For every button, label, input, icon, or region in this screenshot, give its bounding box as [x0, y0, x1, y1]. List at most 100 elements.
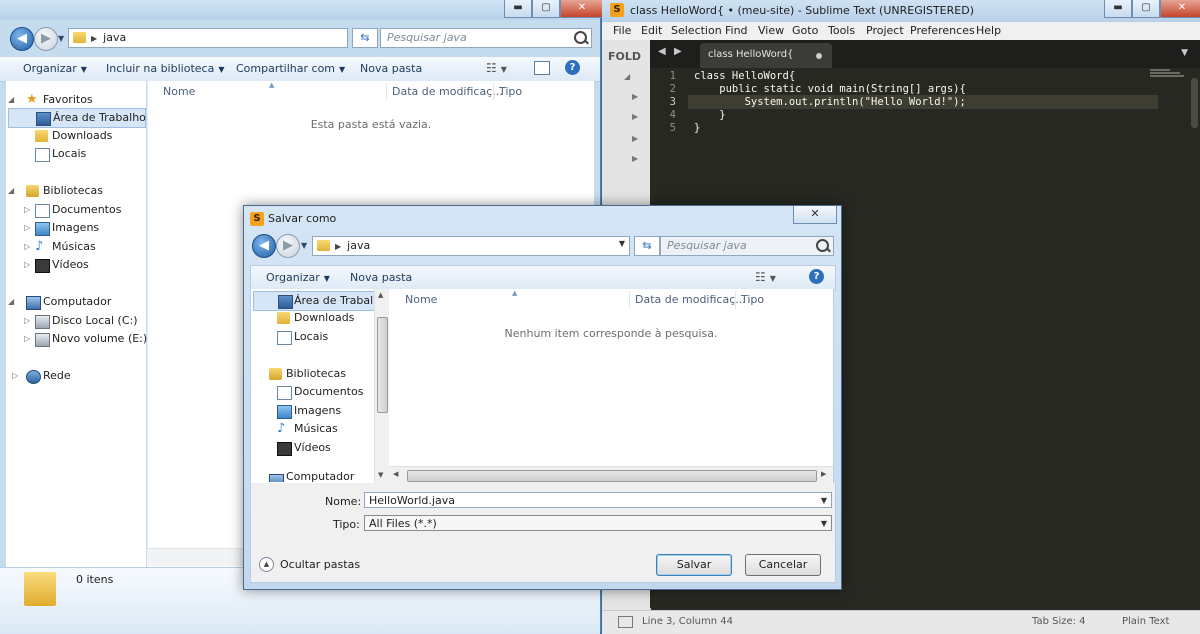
- nav-locals[interactable]: Locais: [6, 145, 146, 163]
- forward-icon[interactable]: ▶: [34, 27, 58, 51]
- new-folder-button[interactable]: Nova pasta: [350, 271, 412, 284]
- new-folder-button[interactable]: Nova pasta: [360, 62, 422, 75]
- sidebar-item-arrow-icon[interactable]: ▶: [632, 154, 638, 163]
- expand-icon[interactable]: ◢: [8, 182, 14, 200]
- nav-music[interactable]: ♪ Músicas: [251, 420, 391, 438]
- search-icon[interactable]: [816, 239, 829, 252]
- refresh-icon[interactable]: ⇆: [352, 28, 378, 48]
- nav-locals[interactable]: Locais: [251, 328, 391, 346]
- menu-selection[interactable]: Selection: [671, 24, 722, 37]
- forward-icon[interactable]: ▶: [276, 234, 300, 258]
- scroll-thumb[interactable]: [407, 470, 817, 482]
- console-toggle-icon[interactable]: [618, 616, 633, 628]
- scroll-right-icon[interactable]: ▶: [821, 470, 826, 478]
- view-options-icon[interactable]: ☷ ▼: [486, 61, 507, 75]
- nav-images[interactable]: ▷ Imagens: [6, 219, 146, 237]
- menu-file[interactable]: File: [613, 24, 631, 37]
- column-header-type[interactable]: Tipo: [499, 85, 522, 98]
- save-button[interactable]: Salvar: [656, 554, 732, 576]
- tab-hello-word[interactable]: class HelloWord{: [700, 43, 832, 68]
- sidebar-item-arrow-icon[interactable]: ▶: [632, 134, 638, 143]
- explorer-titlebar[interactable]: ▬ ▢ ✕: [0, 0, 604, 20]
- sidebar-expand-icon[interactable]: ◢: [624, 72, 630, 81]
- sidebar-item-arrow-icon[interactable]: ▶: [632, 112, 638, 121]
- expand-icon[interactable]: ▷: [24, 219, 30, 237]
- nav-computer[interactable]: ◢ Computador: [6, 293, 146, 311]
- menu-preferences[interactable]: Preferences: [910, 24, 975, 37]
- scroll-up-icon[interactable]: ▲: [378, 291, 383, 299]
- sidebar-item-arrow-icon[interactable]: ▶: [632, 92, 638, 101]
- expand-icon[interactable]: ◢: [8, 91, 14, 109]
- refresh-icon[interactable]: ⇆: [634, 236, 660, 256]
- tab-next-icon[interactable]: ▶: [674, 46, 682, 57]
- expand-icon[interactable]: ▷: [12, 367, 18, 385]
- preview-pane-icon[interactable]: [534, 61, 550, 75]
- dialog-search-input[interactable]: Pesquisar java: [660, 236, 834, 256]
- maximize-button[interactable]: ▢: [532, 0, 560, 18]
- minimize-button[interactable]: ▬: [504, 0, 532, 18]
- dialog-close-button[interactable]: ✕: [793, 206, 837, 224]
- column-header-name[interactable]: Nome: [163, 85, 195, 98]
- history-dropdown-icon[interactable]: ▼: [58, 34, 64, 43]
- menu-tools[interactable]: Tools: [828, 24, 855, 37]
- column-separator[interactable]: [386, 83, 387, 101]
- help-icon[interactable]: ?: [809, 269, 824, 284]
- minimap[interactable]: [1150, 68, 1186, 80]
- expand-icon[interactable]: ▷: [24, 201, 30, 219]
- view-options-icon[interactable]: ☷ ▼: [755, 270, 776, 284]
- nav-libraries[interactable]: ◢ Bibliotecas: [6, 182, 146, 200]
- nav-libraries[interactable]: Bibliotecas: [251, 365, 391, 383]
- close-button[interactable]: ✕: [1160, 0, 1200, 18]
- nav-videos[interactable]: ▷ Vídeos: [6, 256, 146, 274]
- minimize-button[interactable]: ▬: [1104, 0, 1132, 18]
- nav-local-disk[interactable]: ▷ Disco Local (C:): [6, 312, 146, 330]
- chevron-down-icon[interactable]: ▼: [821, 493, 827, 509]
- dialog-nav-scrollbar[interactable]: ▲ ▼: [374, 289, 389, 483]
- back-icon[interactable]: ◀: [10, 27, 34, 51]
- scroll-left-icon[interactable]: ◀: [393, 470, 398, 478]
- scroll-thumb[interactable]: [377, 317, 388, 413]
- organize-button[interactable]: Organizar ▼: [23, 62, 87, 75]
- editor-scrollbar[interactable]: [1191, 78, 1198, 128]
- nav-desktop[interactable]: Área de Trabalho: [253, 291, 387, 311]
- back-icon[interactable]: ◀: [252, 234, 276, 258]
- organize-button[interactable]: Organizar ▼: [266, 271, 330, 284]
- expand-icon[interactable]: ▷: [24, 256, 30, 274]
- filename-input[interactable]: HelloWorld.java ▼: [364, 492, 832, 508]
- hide-folders-toggle[interactable]: ▲ Ocultar pastas: [259, 557, 360, 572]
- column-header-date[interactable]: Data de modificaç...: [635, 293, 746, 306]
- menu-edit[interactable]: Edit: [641, 24, 662, 37]
- column-header-date[interactable]: Data de modificaç...: [392, 85, 503, 98]
- nav-documents[interactable]: ▷ Documentos: [6, 201, 146, 219]
- filetype-select[interactable]: All Files (*.*) ▼: [364, 515, 832, 531]
- maximize-button[interactable]: ▢: [1132, 0, 1160, 18]
- column-header-name[interactable]: Nome: [405, 293, 437, 306]
- sublime-titlebar[interactable]: S class HelloWord{ • (meu-site) - Sublim…: [602, 0, 1200, 22]
- menu-help[interactable]: Help: [976, 24, 1001, 37]
- column-separator[interactable]: [493, 83, 494, 101]
- nav-new-volume[interactable]: ▷ Novo volume (E:): [6, 330, 147, 348]
- chevron-down-icon[interactable]: ▼: [821, 516, 827, 532]
- close-button[interactable]: ✕: [560, 0, 604, 18]
- nav-favorites[interactable]: ◢ ★ Favoritos: [6, 91, 146, 109]
- nav-downloads[interactable]: Downloads: [6, 127, 146, 145]
- history-dropdown-icon[interactable]: ▼: [301, 241, 307, 250]
- syntax-indicator[interactable]: Plain Text: [1122, 616, 1169, 627]
- expand-icon[interactable]: ▷: [24, 238, 30, 256]
- nav-desktop[interactable]: Área de Trabalho: [8, 108, 146, 128]
- nav-network[interactable]: ▷ Rede: [6, 367, 146, 385]
- dialog-address-bar[interactable]: ▶ java ▼: [312, 236, 630, 256]
- nav-music[interactable]: ▷ ♪ Músicas: [6, 238, 146, 256]
- menu-view[interactable]: View: [758, 24, 784, 37]
- include-library-button[interactable]: Incluir na biblioteca ▼: [106, 62, 224, 75]
- menu-find[interactable]: Find: [725, 24, 748, 37]
- tab-size-indicator[interactable]: Tab Size: 4: [1032, 616, 1086, 627]
- tab-list-dropdown-icon[interactable]: ▼: [1181, 48, 1188, 58]
- nav-videos[interactable]: Vídeos: [251, 439, 391, 457]
- nav-images[interactable]: Imagens: [251, 402, 391, 420]
- share-with-button[interactable]: Compartilhar com ▼: [236, 62, 345, 75]
- expand-icon[interactable]: ▷: [24, 330, 30, 348]
- search-icon[interactable]: [574, 31, 587, 44]
- column-separator[interactable]: [735, 291, 736, 309]
- address-dropdown-icon[interactable]: ▼: [619, 239, 625, 248]
